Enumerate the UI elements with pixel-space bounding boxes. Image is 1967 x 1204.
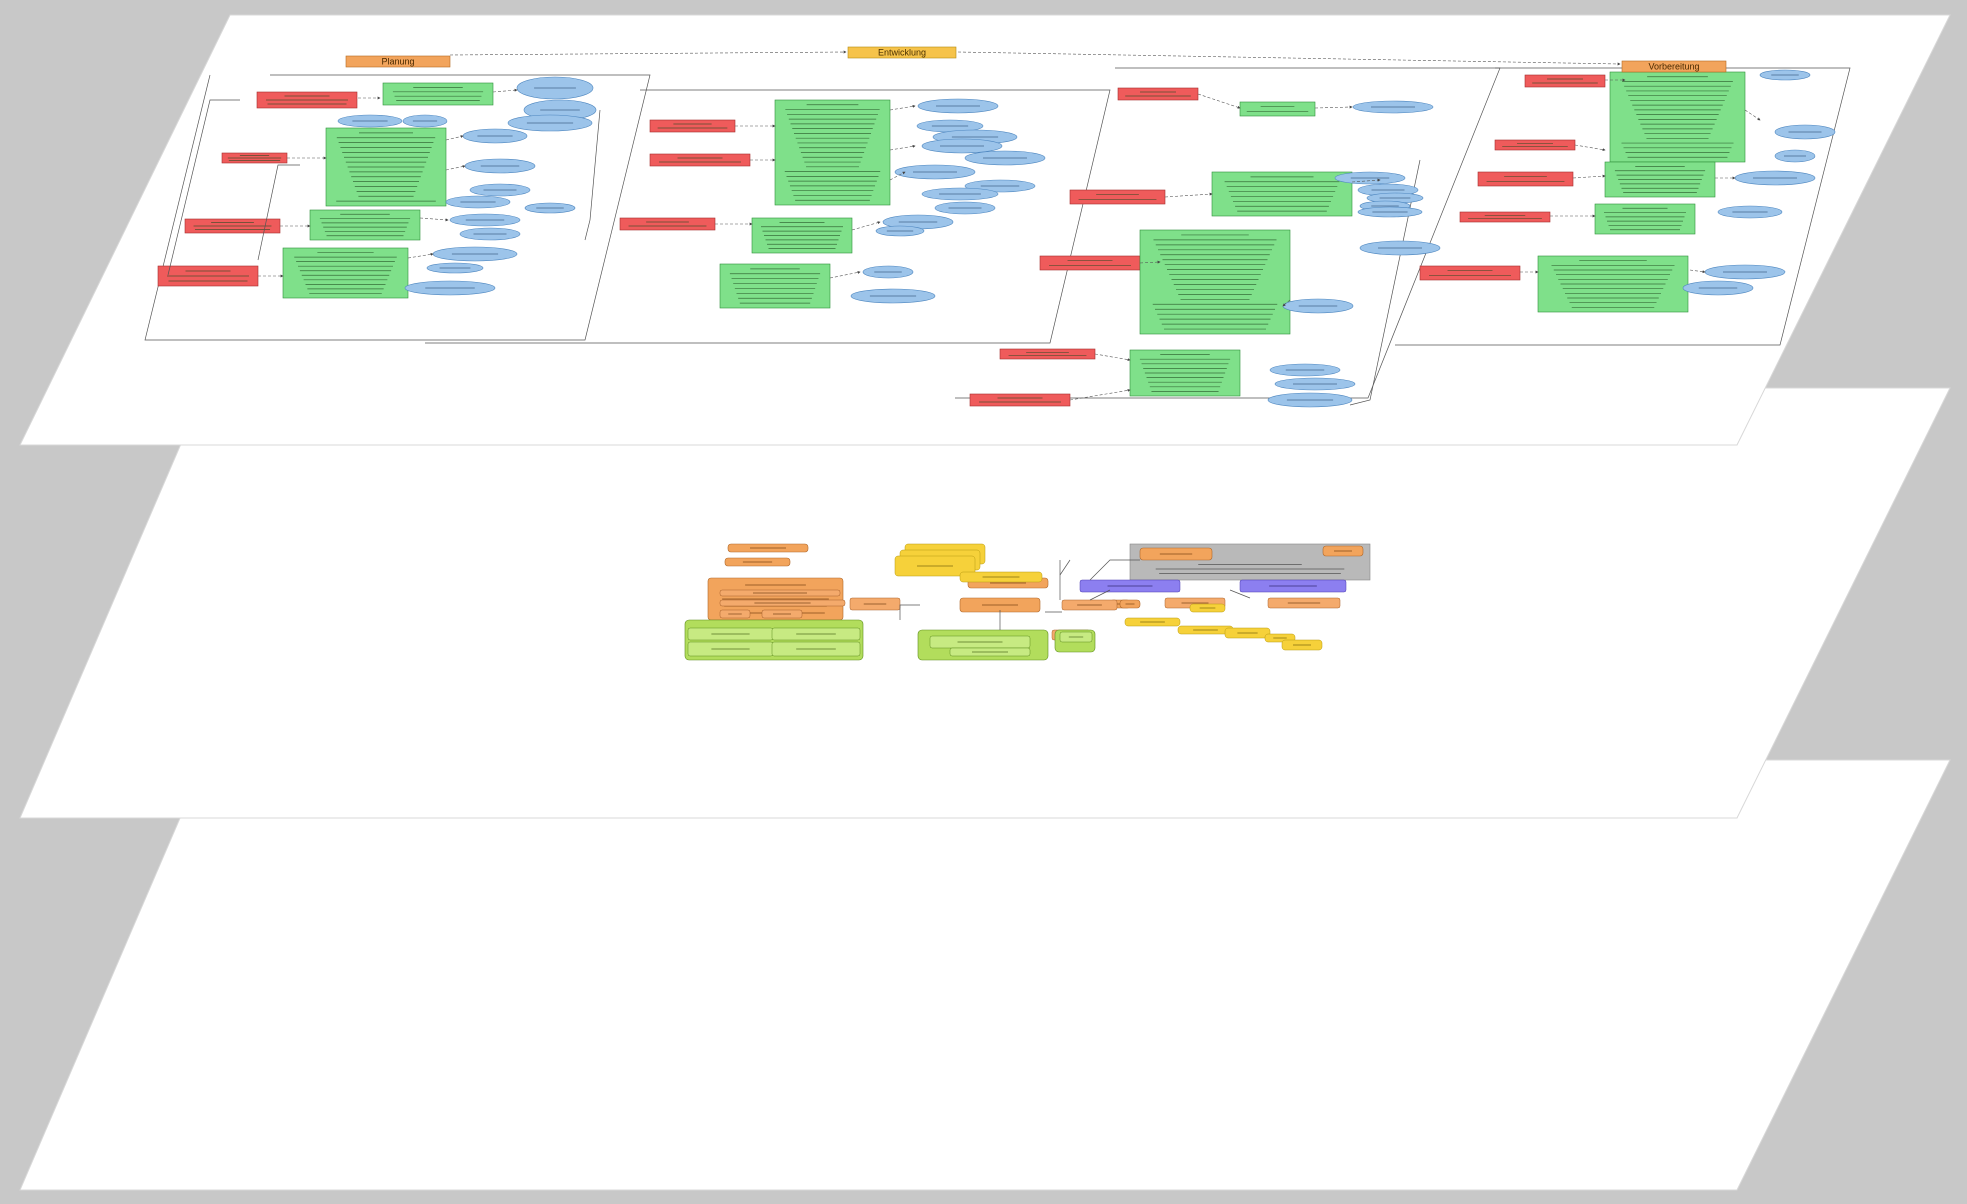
process-step — [649, 119, 736, 133]
process-step — [1477, 171, 1574, 187]
phase-vorbereitung[interactable]: Vorbereitung — [1621, 60, 1727, 73]
process-step — [999, 348, 1096, 360]
process-step — [969, 393, 1071, 407]
process-step — [1117, 87, 1199, 101]
activity-block — [719, 263, 831, 309]
activity-block — [382, 82, 494, 106]
process-step — [1419, 265, 1521, 281]
phase-label: Vorbereitung — [1648, 62, 1699, 72]
activity-block — [1239, 101, 1316, 117]
process-step — [1459, 211, 1551, 223]
process-step — [649, 153, 751, 167]
phase-label: Planung — [381, 57, 414, 67]
plane-bottom[interactable] — [19, 759, 1951, 1191]
layered-diagram-canvas: Planung Entwicklung Vorbereitung — [19, 14, 1951, 1191]
process-step — [1524, 74, 1606, 88]
layered-diagram-view: Planung Entwicklung Vorbereitung — [0, 0, 1967, 1199]
activity-block — [1139, 229, 1291, 335]
phase-entwicklung[interactable]: Entwicklung — [847, 46, 957, 59]
phase-label: Entwicklung — [878, 48, 926, 58]
phase-planung[interactable]: Planung — [345, 55, 451, 68]
activity-block — [282, 247, 409, 299]
process-step — [1039, 255, 1141, 271]
process-step — [1494, 139, 1576, 151]
activity-block — [1609, 71, 1746, 163]
process-step — [1069, 189, 1166, 205]
activity-block — [1211, 171, 1353, 217]
process-step — [619, 217, 716, 231]
